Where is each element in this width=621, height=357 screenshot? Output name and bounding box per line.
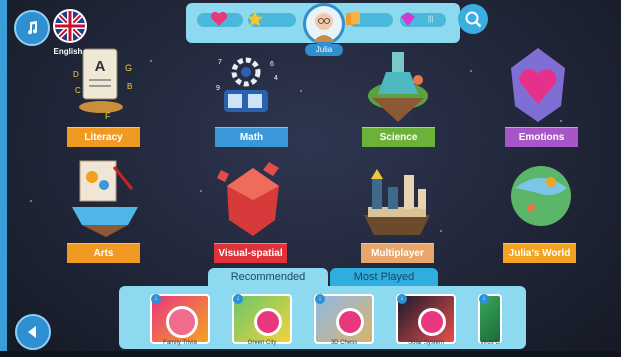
subject-science-button[interactable]: Science [362, 127, 435, 147]
svg-text:B: B [127, 82, 132, 91]
game-label-solar-system: Solar System [408, 340, 444, 346]
download-icon[interactable]: ↓ [151, 294, 161, 304]
star-decor [470, 70, 472, 72]
subject-math-button[interactable]: Math [215, 127, 288, 147]
star-decor [30, 200, 32, 202]
arts-island[interactable] [66, 155, 144, 242]
math-island[interactable]: 7 6 4 9 [212, 50, 292, 130]
left-edge-bar [0, 0, 7, 357]
crystal-heart-icon [511, 48, 565, 122]
svg-text:G: G [125, 63, 132, 73]
cards-icon [346, 12, 360, 25]
tab-most-played[interactable]: Most Played [330, 268, 438, 286]
emotions-island[interactable] [505, 46, 571, 129]
user-name: Julia [305, 44, 343, 56]
star-decor [300, 90, 302, 92]
literacy-island[interactable]: A D G B C F [65, 45, 145, 128]
globe-island-icon [511, 166, 571, 226]
game-label-family-trivia: Family Trivia [163, 340, 197, 346]
svg-text:4: 4 [274, 75, 278, 82]
back-button[interactable] [15, 314, 51, 350]
julias-world-island[interactable] [505, 158, 577, 245]
uk-flag-icon [55, 11, 85, 41]
download-icon[interactable]: ↓ [397, 294, 407, 304]
gem-icon [401, 12, 415, 26]
game-label-virus-g: Virus G [480, 340, 500, 346]
game-label-green-city: Green City [247, 340, 277, 346]
bottom-edge-bar [0, 351, 621, 357]
multiplayer-island[interactable] [358, 165, 436, 246]
subject-literacy-button[interactable]: Literacy [67, 127, 140, 147]
download-icon[interactable]: ↓ [479, 294, 489, 304]
book-letters-icon: A D G B C F [73, 48, 132, 121]
svg-text:9: 9 [216, 85, 220, 92]
game-label-3d-chess: 3D Chess [330, 340, 358, 346]
science-island[interactable] [358, 48, 438, 129]
chess-pieces-icon [364, 169, 430, 235]
red-cubes-icon [217, 162, 279, 236]
avatar[interactable] [303, 3, 345, 45]
subject-visual-spatial-button[interactable]: Visual-spatial [214, 243, 287, 263]
download-icon[interactable]: ↓ [315, 294, 325, 304]
star-decor [440, 230, 442, 232]
heart-icon [210, 11, 228, 26]
gems-count: ||| [428, 16, 434, 23]
svg-text:7: 7 [218, 59, 222, 66]
svg-text:D: D [73, 70, 79, 79]
paint-easel-icon [72, 160, 138, 237]
tab-recommended[interactable]: Recommended [208, 268, 328, 286]
subject-julias-world-button[interactable]: Julia's World [503, 243, 576, 263]
language-button[interactable] [53, 9, 87, 43]
music-button[interactable] [14, 10, 50, 46]
search-icon [465, 11, 482, 28]
flask-icon [368, 52, 428, 122]
svg-text:6: 6 [270, 61, 274, 68]
subject-multiplayer-button[interactable]: Multiplayer [361, 243, 434, 263]
gear-numbers-icon: 7 6 4 9 [216, 57, 278, 112]
svg-text:C: C [75, 86, 81, 95]
back-arrow-icon [28, 326, 36, 338]
visual-spatial-island[interactable] [213, 160, 291, 245]
star-icon [247, 11, 263, 27]
user-avatar-icon [313, 12, 335, 42]
star-decor [150, 60, 152, 62]
svg-text:A: A [95, 58, 106, 75]
music-note-icon [28, 21, 38, 35]
search-button[interactable] [458, 4, 488, 34]
subject-arts-button[interactable]: Arts [67, 243, 140, 263]
subject-emotions-button[interactable]: Emotions [505, 127, 578, 147]
download-icon[interactable]: ↓ [233, 294, 243, 304]
star-decor [200, 190, 202, 192]
